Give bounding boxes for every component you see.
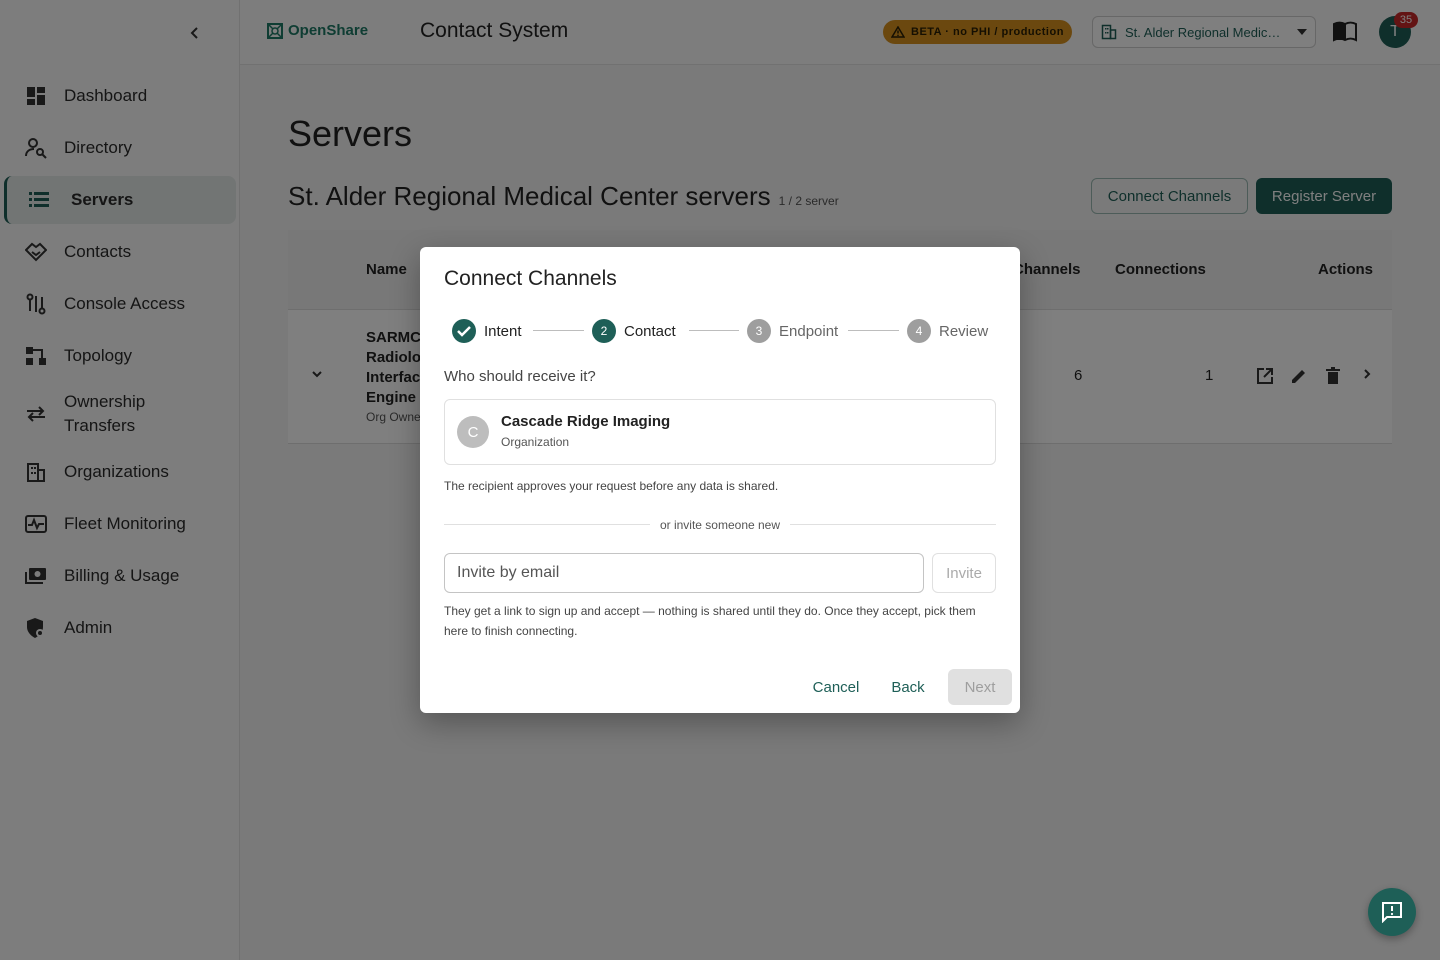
recipient-name: Cascade Ridge Imaging	[501, 413, 671, 430]
recipient-card[interactable]: C Cascade Ridge Imaging Organization	[444, 399, 996, 465]
stepper: Intent 2 Contact 3 Endpoint 4 Review	[452, 319, 992, 343]
step-number: 3	[747, 319, 771, 343]
step-intent: Intent	[452, 319, 522, 343]
recipient-avatar: C	[457, 416, 489, 448]
invite-button[interactable]: Invite	[932, 553, 996, 593]
approval-note: The recipient approves your request befo…	[444, 479, 779, 493]
back-button[interactable]: Back	[880, 669, 936, 705]
cancel-button[interactable]: Cancel	[804, 669, 868, 705]
step-connector	[689, 330, 739, 331]
step-label: Review	[939, 322, 989, 340]
feedback-icon	[1382, 902, 1402, 923]
or-divider: or invite someone new	[444, 517, 996, 533]
invite-email-input[interactable]	[444, 553, 924, 593]
step-contact: 2 Contact	[592, 319, 676, 343]
step-connector	[848, 330, 899, 331]
step-endpoint: 3 Endpoint	[747, 319, 838, 343]
dialog-title: Connect Channels	[444, 267, 617, 290]
connect-channels-dialog: Connect Channels Intent 2 Contact 3 Endp…	[420, 247, 1020, 713]
recipient-question: Who should receive it?	[444, 368, 596, 385]
next-button[interactable]: Next	[948, 669, 1012, 705]
step-label: Endpoint	[779, 322, 839, 340]
check-icon	[452, 319, 476, 343]
step-number: 4	[907, 319, 931, 343]
step-label: Contact	[624, 322, 676, 340]
step-connector	[533, 330, 584, 331]
step-label: Intent	[484, 322, 522, 340]
divider-text: or invite someone new	[659, 518, 781, 532]
recipient-type: Organization	[501, 435, 570, 449]
invite-note: They get a link to sign up and accept — …	[444, 604, 976, 638]
step-number: 2	[592, 319, 616, 343]
step-review: 4 Review	[907, 319, 988, 343]
dialog-actions: Cancel Back Next	[420, 669, 1020, 705]
feedback-button[interactable]	[1368, 888, 1416, 936]
